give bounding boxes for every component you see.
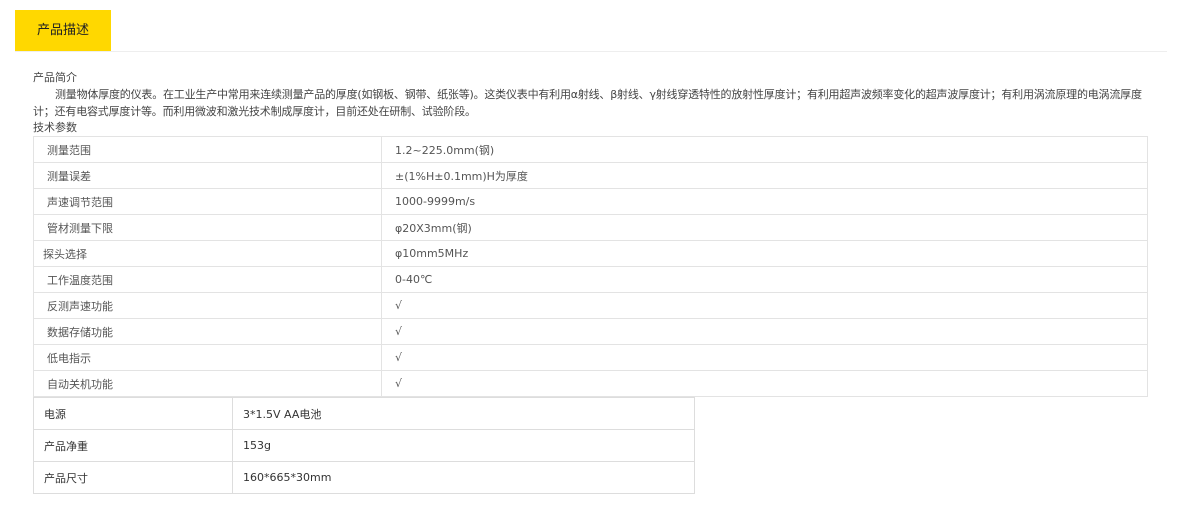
table-row: 产品净重 153g <box>33 429 695 462</box>
spec-key: 数据存储功能 <box>33 318 382 345</box>
power-value: 160*665*30mm <box>232 461 695 494</box>
table-row: 探头选择 φ10mm5MHz <box>33 240 1148 267</box>
table-row: 测量误差 ±(1%H±0.1mm)H为厚度 <box>33 162 1148 189</box>
table-row: 电源 3*1.5V AA电池 <box>33 397 695 430</box>
intro-heading: 产品简介 <box>33 71 77 84</box>
intro-text: 测量物体厚度的仪表。在工业生产中常用来连续测量产品的厚度(如钢板、钢带、纸张等)… <box>33 88 1142 118</box>
spec-value: √ <box>381 318 1148 345</box>
spec-value: φ20X3mm(钢) <box>381 214 1148 241</box>
power-key: 电源 <box>33 397 233 430</box>
table-row: 反测声速功能 √ <box>33 292 1148 319</box>
spec-key: 测量误差 <box>33 162 382 189</box>
table-row: 低电指示 √ <box>33 344 1148 371</box>
table-row: 测量范围 1.2~225.0mm(钢) <box>33 136 1148 163</box>
spec-key: 管材测量下限 <box>33 214 382 241</box>
power-value: 153g <box>232 429 695 462</box>
table-row: 自动关机功能 √ <box>33 370 1148 397</box>
spec-value: φ10mm5MHz <box>381 240 1148 267</box>
power-key: 产品净重 <box>33 429 233 462</box>
spec-key: 自动关机功能 <box>33 370 382 397</box>
spec-value: √ <box>381 370 1148 397</box>
product-description-content: 产品简介 测量物体厚度的仪表。在工业生产中常用来连续测量产品的厚度(如钢板、钢带… <box>33 70 1148 494</box>
tab-product-description[interactable]: 产品描述 <box>15 10 111 51</box>
tab-bar: 产品描述 <box>15 10 1167 52</box>
power-key: 产品尺寸 <box>33 461 233 494</box>
spec-value: 0-40℃ <box>381 266 1148 293</box>
spec-key: 反测声速功能 <box>33 292 382 319</box>
table-row: 工作温度范围 0-40℃ <box>33 266 1148 293</box>
specs-table: 测量范围 1.2~225.0mm(钢) 测量误差 ±(1%H±0.1mm)H为厚… <box>33 136 1148 397</box>
table-row: 声速调节范围 1000-9999m/s <box>33 188 1148 215</box>
spec-key: 测量范围 <box>33 136 382 163</box>
power-table: 电源 3*1.5V AA电池 产品净重 153g 产品尺寸 160*665*30… <box>33 397 695 494</box>
spec-value: 1000-9999m/s <box>381 188 1148 215</box>
specs-heading: 技术参数 <box>33 121 77 134</box>
spec-key: 探头选择 <box>33 240 382 267</box>
table-row: 管材测量下限 φ20X3mm(钢) <box>33 214 1148 241</box>
spec-value: 1.2~225.0mm(钢) <box>381 136 1148 163</box>
spec-value: ±(1%H±0.1mm)H为厚度 <box>381 162 1148 189</box>
power-value: 3*1.5V AA电池 <box>232 397 695 430</box>
spec-value: √ <box>381 344 1148 371</box>
spec-key: 声速调节范围 <box>33 188 382 215</box>
spec-value: √ <box>381 292 1148 319</box>
table-row: 产品尺寸 160*665*30mm <box>33 461 695 494</box>
spec-key: 低电指示 <box>33 344 382 371</box>
table-row: 数据存储功能 √ <box>33 318 1148 345</box>
spec-key: 工作温度范围 <box>33 266 382 293</box>
